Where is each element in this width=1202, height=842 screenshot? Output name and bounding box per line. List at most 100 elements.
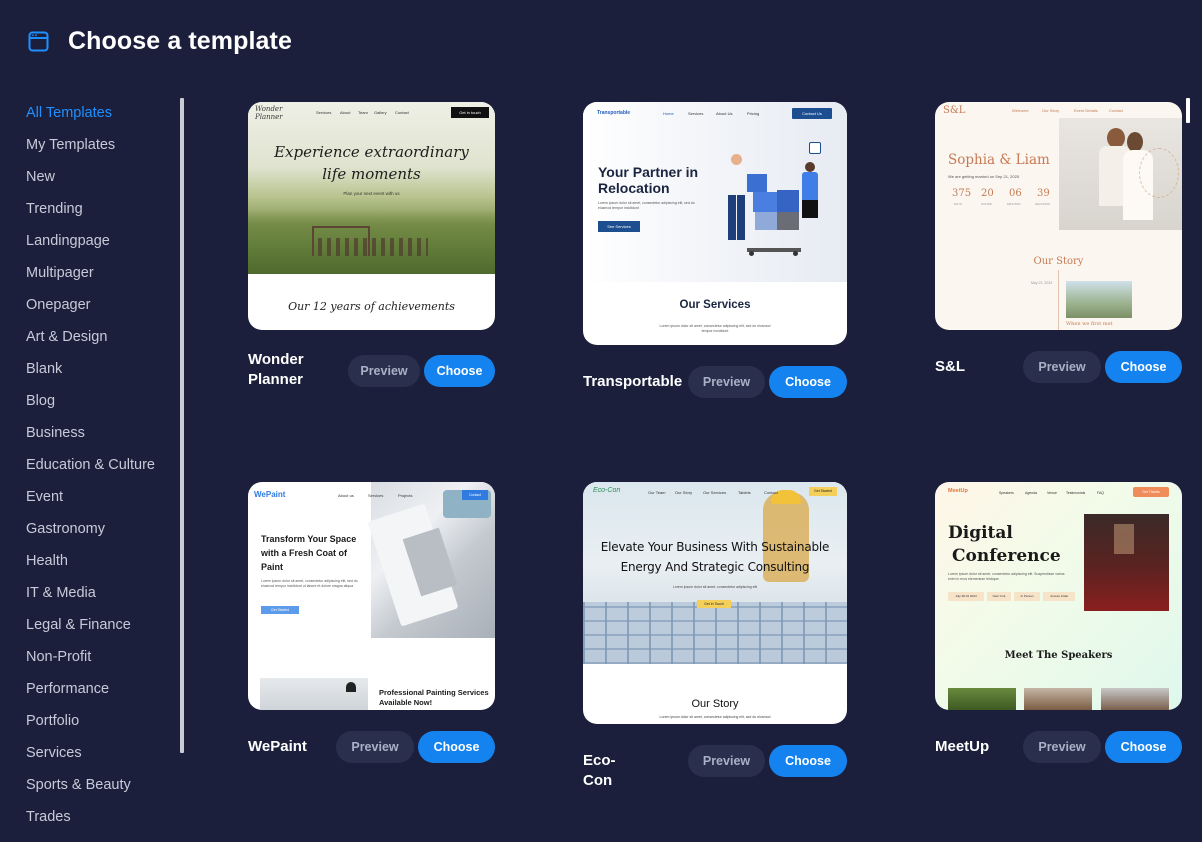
couple-photo	[1059, 118, 1182, 230]
thumb-cta: Get in touch	[451, 107, 489, 118]
thumb-nav-2: Our Story	[675, 490, 693, 495]
sidebar-item-education-culture[interactable]: Education & Culture	[26, 457, 155, 473]
template-thumbnail-wepaint[interactable]: WePaint About us Services Projects Conta…	[248, 482, 495, 710]
sidebar-item-art-design[interactable]: Art & Design	[26, 329, 107, 345]
thumb-nav-1: Services	[316, 110, 332, 115]
thumb-nav-4: Gallery	[374, 110, 387, 115]
thumb-nav-4: Tablets	[738, 490, 751, 495]
sidebar-item-services[interactable]: Services	[26, 745, 82, 761]
thumb-nav-4: Testimonials	[1066, 491, 1086, 495]
thumb-tag-3: In Person	[1014, 592, 1040, 601]
template-name-transportable: Transportable	[583, 373, 683, 390]
thumb-headline-2: Conference	[952, 546, 1061, 566]
sidebar-item-portfolio[interactable]: Portfolio	[26, 713, 79, 729]
thumb-cta: Get Tickets	[1133, 487, 1169, 497]
sidebar-item-onepager[interactable]: Onepager	[26, 297, 91, 313]
thumb-cta: Get Started	[809, 487, 837, 496]
thumb-section-heading: Meet The Speakers	[1004, 650, 1113, 661]
countdown-days: 375	[952, 188, 972, 199]
sidebar-item-health[interactable]: Health	[26, 553, 68, 569]
thumb-headline-2: life moments	[322, 165, 421, 183]
choose-button-meetup[interactable]: Choose	[1105, 731, 1182, 763]
sidebar-item-blank[interactable]: Blank	[26, 361, 62, 377]
sidebar-item-my-templates[interactable]: My Templates	[26, 137, 115, 153]
movers-illustration	[701, 142, 821, 260]
sidebar-item-business[interactable]: Business	[26, 425, 85, 441]
thumb-cta: Contact Us	[792, 108, 832, 119]
thumb-headline-2: Relocation	[598, 180, 670, 196]
choose-button-sl[interactable]: Choose	[1105, 351, 1182, 383]
preview-button-wonder-planner[interactable]: Preview	[348, 355, 420, 387]
thumb-nav-2: Our Story	[1042, 108, 1060, 113]
sidebar-item-sports-beauty[interactable]: Sports & Beauty	[26, 777, 131, 793]
countdown-hours: 20	[981, 188, 994, 199]
sidebar-scrollbar[interactable]	[180, 98, 184, 753]
thumb-logo: S&L	[943, 105, 966, 116]
preview-button-wepaint[interactable]: Preview	[336, 731, 414, 763]
thumb-nav-3: Our Services	[703, 490, 727, 495]
thumb-nav-5: FAQ	[1097, 491, 1105, 495]
thumb-section-body: Lorem ipsum dolor sit amet, consectetur …	[659, 324, 771, 333]
thumb-logo: WePaint	[254, 490, 286, 499]
template-thumbnail-sl[interactable]: S&L Welcome Our Story Event Details Cont…	[935, 102, 1182, 330]
template-thumbnail-meetup[interactable]: MeetUp Speakers Agenda Venue Testimonial…	[935, 482, 1182, 710]
thumb-body: Lorem ipsum dolor sit amet, consectetur …	[598, 201, 695, 210]
sidebar-item-it-media[interactable]: IT & Media	[26, 585, 96, 601]
template-thumbnail-eco-con[interactable]: Eco-Con Our Team Our Story Our Services …	[583, 482, 847, 724]
choose-button-wepaint[interactable]: Choose	[418, 731, 495, 763]
template-thumbnail-transportable[interactable]: Transportable Home Services About Us Pri…	[583, 102, 847, 345]
sidebar-item-trades[interactable]: Trades	[26, 809, 71, 825]
thumb-headline-2: Energy And Strategic Consulting	[620, 560, 810, 574]
thumb-nav-1: Home	[663, 111, 674, 116]
thumb-subtitle: We are getting married on Sep 21, 2025	[948, 174, 1020, 179]
thumb-nav-3: Projects	[398, 493, 413, 498]
thumb-button: Get Started	[261, 606, 299, 614]
header: Choose a template	[0, 0, 1202, 84]
page-title: Choose a template	[68, 27, 292, 55]
sidebar-item-event[interactable]: Event	[26, 489, 63, 505]
preview-button-transportable[interactable]: Preview	[688, 366, 765, 398]
sidebar-item-trending[interactable]: Trending	[26, 201, 83, 217]
thumb-nav-2: Agenda	[1025, 491, 1038, 495]
thumb-body: Lorem ipsum dolor sit amet, consectetur …	[948, 572, 1065, 581]
thumb-body: Lorem ipsum dolor sit amet, consectetur …	[261, 579, 358, 588]
preview-button-eco-con[interactable]: Preview	[688, 745, 765, 777]
sidebar-item-new[interactable]: New	[26, 169, 55, 185]
thumb-section-heading: Our Story	[691, 698, 739, 710]
thumb-section-heading: Our Services	[679, 299, 751, 311]
countdown-minutes-unit: MINUTES	[1007, 202, 1021, 206]
sidebar-item-multipager[interactable]: Multipager	[26, 265, 94, 281]
template-name-sl: S&L	[935, 358, 965, 375]
thumb-button: Get In Touch	[697, 600, 731, 608]
room-photo	[260, 678, 368, 710]
paint-swatch-photo	[367, 482, 495, 638]
template-thumbnail-wonder-planner[interactable]: Wonder Planner Services About Team Galle…	[248, 102, 495, 330]
content-scrollbar[interactable]	[1186, 98, 1190, 123]
thumb-headline-1: Digital	[948, 523, 1013, 543]
sidebar-item-all-templates[interactable]: All Templates	[26, 105, 112, 121]
sidebar-item-gastronomy[interactable]: Gastronomy	[26, 521, 105, 537]
countdown-seconds-unit: SECONDS	[1035, 202, 1050, 206]
thumb-nav-1: Our Team	[648, 490, 666, 495]
choose-button-eco-con[interactable]: Choose	[769, 745, 847, 777]
browser-window-icon	[28, 31, 49, 52]
template-name-meetup: MeetUp	[935, 738, 990, 755]
sidebar-item-non-profit[interactable]: Non-Profit	[26, 649, 91, 665]
preview-button-sl[interactable]: Preview	[1023, 351, 1101, 383]
countdown-seconds: 39	[1037, 188, 1050, 199]
sidebar-item-landingpage[interactable]: Landingpage	[26, 233, 110, 249]
thumb-nav-4: Contact	[1109, 108, 1123, 113]
sidebar-item-blog[interactable]: Blog	[26, 393, 55, 409]
countdown-days-unit: DAYS	[954, 202, 962, 206]
sidebar-item-legal-finance[interactable]: Legal & Finance	[26, 617, 131, 633]
preview-button-meetup[interactable]: Preview	[1023, 731, 1101, 763]
thumb-section-heading: Our Story	[1033, 256, 1084, 267]
thumb-tag-1: July 28-31 2024	[948, 592, 984, 601]
thumb-headline-1: Elevate Your Business With Sustainable	[600, 540, 830, 554]
sidebar-item-performance[interactable]: Performance	[26, 681, 109, 697]
choose-button-transportable[interactable]: Choose	[769, 366, 847, 398]
thumb-body: Lorem ipsum dolor sit amet, consectetur …	[672, 585, 758, 589]
choose-button-wonder-planner[interactable]: Choose	[424, 355, 495, 387]
thumb-subtitle: Plan your next event with us	[343, 191, 400, 196]
thumb-section-heading: Professional Painting Services Available…	[379, 688, 489, 707]
